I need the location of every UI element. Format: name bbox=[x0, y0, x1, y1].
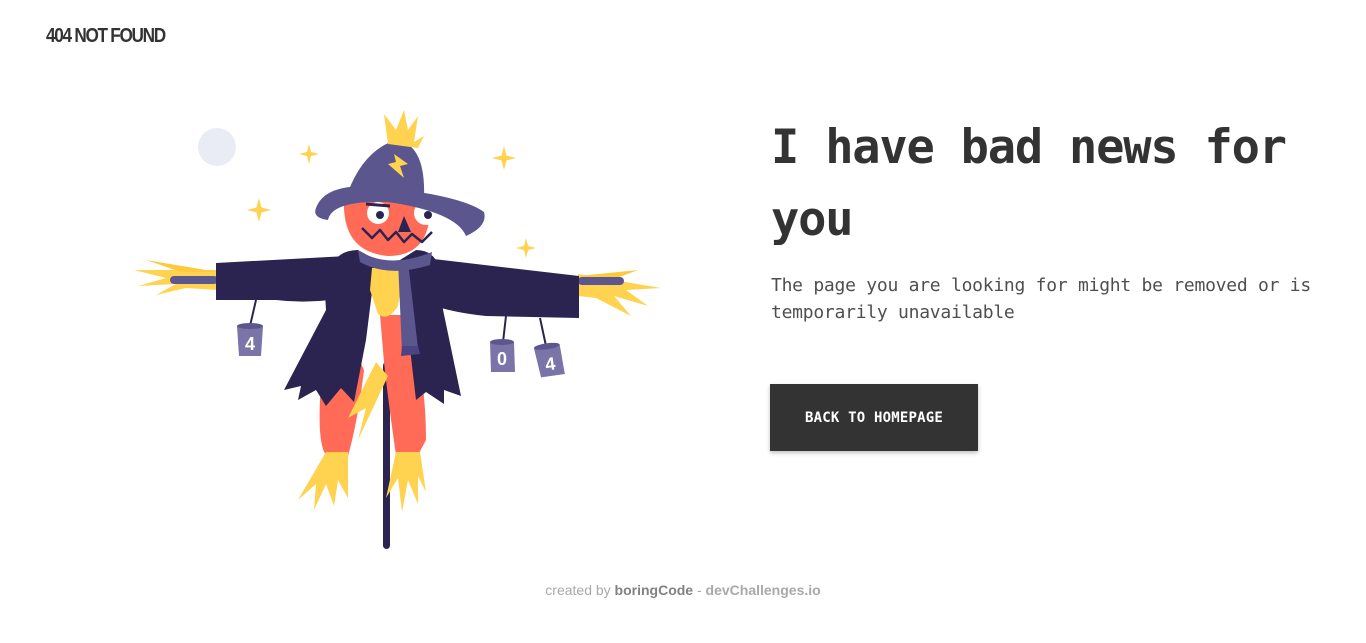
footer-site-link[interactable]: devChallenges.io bbox=[706, 582, 821, 598]
footer-separator: - bbox=[696, 582, 702, 598]
moon-icon bbox=[198, 128, 236, 166]
sparkle-icon bbox=[516, 238, 536, 258]
back-to-homepage-button[interactable]: BACK TO HOMEPAGE bbox=[770, 384, 978, 451]
page: 404 NOT FOUND 4 0 4 I have bad news for … bbox=[0, 0, 1366, 643]
can-icon: 4 bbox=[237, 323, 263, 356]
can-icon: 0 bbox=[490, 339, 515, 372]
scarecrow-illustration: 4 0 4 bbox=[126, 100, 671, 555]
error-message: The page you are looking for might be re… bbox=[771, 275, 1311, 323]
sparkle-icon bbox=[247, 198, 271, 222]
can-icon: 4 bbox=[533, 342, 565, 378]
page-title: I have bad news for you bbox=[771, 120, 1287, 247]
brand-logo[interactable]: 404 NOT FOUND bbox=[46, 25, 166, 48]
footer-prefix: created by bbox=[545, 582, 611, 598]
footer: created by boringCode - devChallenges.io bbox=[0, 582, 1366, 598]
can-label: 4 bbox=[245, 334, 255, 354]
footer-author-link[interactable]: boringCode bbox=[615, 582, 694, 598]
sparkle-icon bbox=[492, 146, 516, 170]
can-label: 0 bbox=[497, 349, 507, 369]
sparkle-icon bbox=[299, 144, 319, 164]
